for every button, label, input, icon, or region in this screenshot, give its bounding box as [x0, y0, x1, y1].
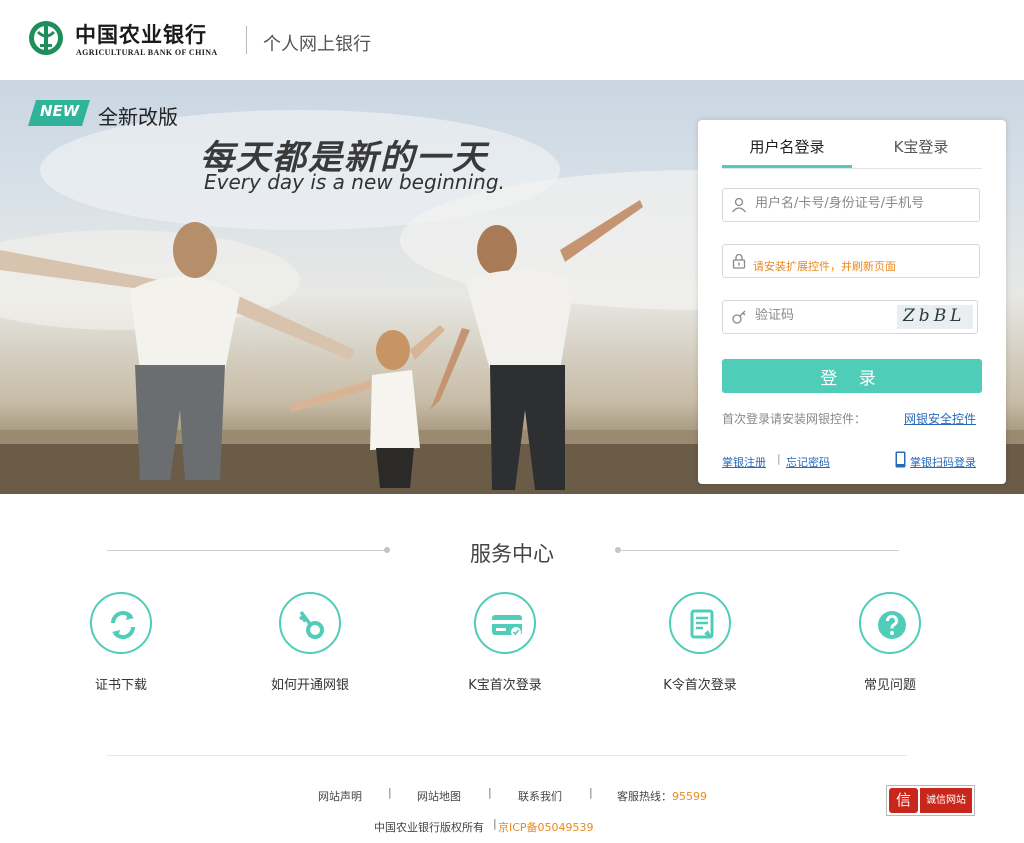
footer-separator: | — [493, 817, 497, 830]
service-label: K宝首次登录 — [468, 678, 542, 693]
footer-link-contact[interactable]: 联系我们 — [518, 788, 562, 804]
footer-hotline: 客服热线：95599 — [617, 788, 707, 804]
link-separator: | — [777, 452, 781, 465]
footer-copyright: 中国农业银行版权所有 — [374, 821, 484, 834]
footer-divider — [107, 755, 907, 756]
tab-username-login[interactable]: 用户名登录 — [722, 136, 852, 168]
service-circle[interactable] — [474, 592, 536, 654]
document-icon — [690, 609, 714, 639]
service-faq[interactable]: 常见问题 — [820, 592, 960, 693]
scan-login-link[interactable]: 掌银扫码登录 — [910, 454, 976, 470]
footer-separator: | — [589, 786, 593, 799]
trust-site-badge[interactable]: 信 诚信网站 — [886, 785, 975, 816]
tab-kbao-login[interactable]: K宝登录 — [856, 136, 986, 168]
service-label: 证书下载 — [94, 678, 147, 693]
username-field[interactable] — [722, 188, 980, 222]
tab-divider — [722, 168, 982, 169]
hotline-label: 客服热线： — [617, 790, 672, 803]
service-circle[interactable] — [669, 592, 731, 654]
section-title: 个人网上银行 — [263, 34, 371, 55]
captcha-input[interactable] — [755, 308, 885, 323]
service-label: 如何开通网银 — [270, 678, 349, 693]
page-header: 中国农业银行 AGRICULTURAL BANK OF CHINA 个人网上银行 — [0, 0, 1024, 80]
phone-icon — [895, 451, 906, 468]
service-open-ebank[interactable]: 如何开通网银 — [240, 592, 380, 693]
footer-link-sitemap[interactable]: 网站地图 — [417, 788, 461, 804]
hotline-number: 95599 — [672, 790, 707, 803]
footer-link-statement[interactable]: 网站声明 — [318, 788, 362, 804]
captcha-key-icon — [732, 310, 746, 324]
footer-separator: | — [388, 786, 392, 799]
password-field[interactable]: 请安装扩展控件，并刷新页面 — [722, 244, 980, 278]
footer-separator: | — [488, 786, 492, 799]
security-control-link[interactable]: 网银安全控件 — [904, 410, 976, 427]
footer-icp-link[interactable]: 京ICP备05049539 — [498, 819, 594, 835]
service-kbao-first-login[interactable]: K宝首次登录 — [435, 592, 575, 693]
lock-icon — [732, 253, 746, 269]
refresh-icon — [111, 611, 135, 639]
abc-logo-icon[interactable] — [28, 20, 64, 56]
question-icon — [878, 611, 906, 639]
login-panel: 用户名登录 K宝登录 请安装扩展控件，并刷新页面 ZbBL 登 录 首次登录请安… — [698, 120, 1006, 484]
banner-version-text: 全新改版 — [98, 105, 178, 129]
service-label: 常见问题 — [863, 678, 916, 693]
password-control-warning: 请安装扩展控件，并刷新页面 — [753, 260, 896, 273]
service-circle[interactable] — [279, 592, 341, 654]
bank-name-cn: 中国农业银行 — [75, 23, 207, 47]
card-icon — [492, 615, 522, 637]
login-button[interactable]: 登 录 — [722, 359, 982, 393]
service-circle[interactable] — [90, 592, 152, 654]
captcha-text: ZbBL — [903, 306, 966, 326]
captcha-image[interactable]: ZbBL — [897, 305, 973, 329]
service-kling-first-login[interactable]: K令首次登录 — [630, 592, 770, 693]
username-input[interactable] — [755, 196, 965, 211]
new-badge-text: NEW — [40, 102, 80, 120]
service-label: K令首次登录 — [663, 678, 737, 693]
captcha-field[interactable]: ZbBL — [722, 300, 978, 334]
bank-name-en: AGRICULTURAL BANK OF CHINA — [76, 48, 218, 57]
service-circle[interactable] — [859, 592, 921, 654]
banner-slogan-en: Every day is a new beginning. — [204, 170, 505, 194]
key-icon — [298, 610, 324, 639]
trust-badge-label: 诚信网站 — [920, 788, 972, 813]
trust-badge-icon: 信 — [889, 788, 918, 813]
service-center-title: 服务中心 — [470, 542, 554, 566]
header-divider — [246, 26, 247, 54]
service-cert-download[interactable]: 证书下载 — [51, 592, 191, 693]
forgot-password-link[interactable]: 忘记密码 — [786, 454, 830, 470]
mobile-register-link[interactable]: 掌银注册 — [722, 454, 766, 470]
install-tip-text: 首次登录请安装网银控件： — [722, 412, 867, 426]
service-title-line-right — [617, 550, 899, 551]
user-icon — [731, 197, 747, 213]
